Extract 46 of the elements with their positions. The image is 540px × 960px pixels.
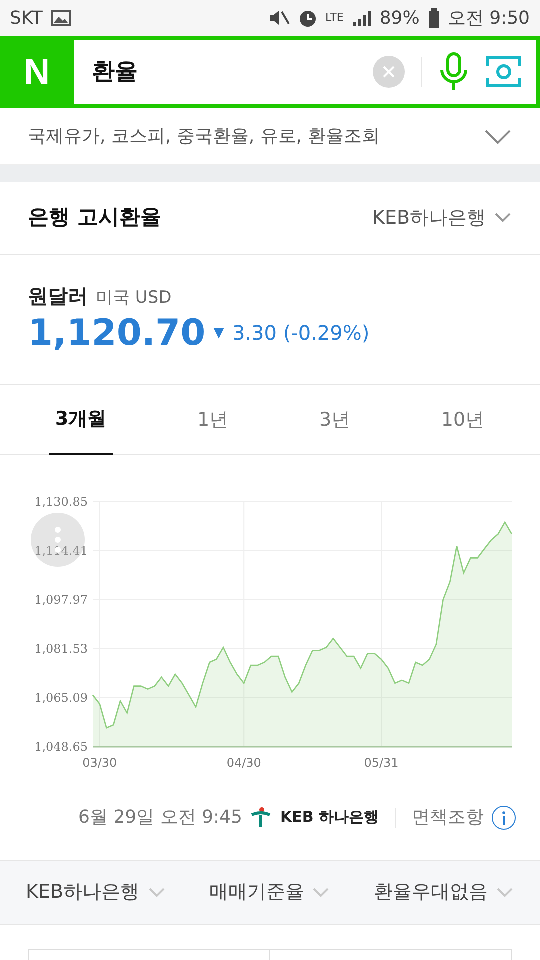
y-axis-label: 1,081.53 (34, 642, 88, 656)
filter-dropdown[interactable]: 매매기준율 (209, 878, 330, 907)
chevron-down-icon (496, 886, 514, 898)
chevron-down-icon (494, 212, 512, 224)
period-tab[interactable]: 3개월 (49, 385, 113, 455)
period-tab[interactable]: 10년 (435, 385, 491, 455)
currency-name: 원달러 (28, 283, 88, 310)
y-axis-label: 1,097.97 (34, 593, 88, 607)
signal-icon (352, 9, 372, 27)
exchange-rate: 1,120.70 (28, 312, 206, 355)
mute-icon (268, 9, 290, 27)
clock-time: 오전 9:50 (448, 6, 530, 30)
x-axis-label: 03/30 (82, 756, 118, 770)
y-axis-label: 1,065.09 (34, 691, 88, 705)
battery-percent: 89% (380, 6, 420, 30)
filter-dropdown[interactable]: KEB하나은행 (26, 878, 166, 907)
naver-logo: N (23, 50, 51, 94)
camera-icon[interactable] (486, 54, 522, 90)
y-axis-label: 1,130.85 (34, 495, 88, 509)
bank-name: KEB 하나은행 (280, 807, 379, 828)
period-tab[interactable]: 3년 (313, 385, 357, 455)
bank-logo-icon (250, 806, 272, 828)
alarm-clock-icon (298, 8, 318, 28)
chevron-down-icon (484, 128, 512, 145)
disclaimer-link[interactable]: 면책조항 (412, 804, 484, 831)
section-title: 은행 고시환율 (28, 204, 162, 232)
change-arrow: ▼ (214, 324, 224, 343)
microphone-icon[interactable] (438, 52, 470, 92)
related-searches: 국제유가, 코스피, 중국환율, 유로, 환율조회 (28, 124, 381, 148)
image-icon (50, 10, 71, 26)
rate-change: 3.30 (-0.29%) (232, 320, 370, 348)
battery-icon (428, 8, 440, 28)
filter-dropdown[interactable]: 환율우대없음 (374, 878, 514, 907)
x-axis-label: 05/31 (364, 756, 399, 770)
y-axis-label: 1,048.65 (34, 740, 88, 754)
chevron-down-icon (148, 886, 166, 898)
info-icon[interactable] (502, 810, 506, 825)
bank-selector[interactable]: KEB하나은행 (372, 204, 512, 232)
x-axis-label: 04/30 (226, 756, 262, 770)
update-time: 6월 29일 오전 9:45 (78, 806, 242, 830)
currency-code: 미국 USD (96, 287, 172, 310)
period-tab[interactable]: 1년 (192, 385, 235, 455)
chevron-down-icon (312, 886, 330, 898)
network-type: LTE (326, 10, 344, 26)
close-icon (382, 65, 396, 80)
carrier-name: SKT (10, 6, 43, 30)
